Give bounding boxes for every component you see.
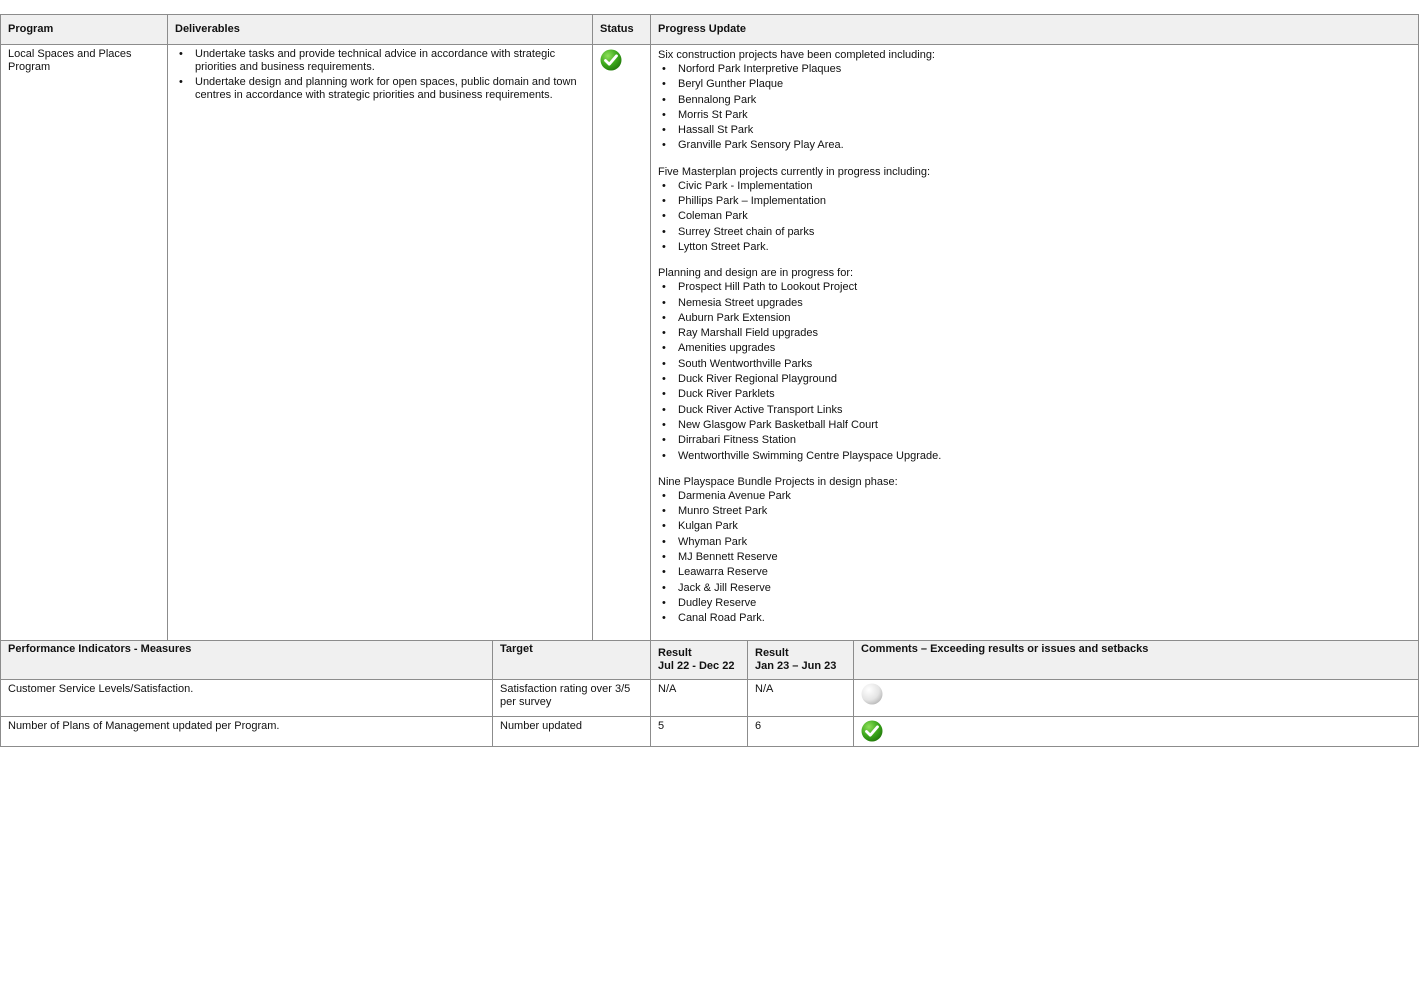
program-name: Local Spaces and Places Program xyxy=(8,48,132,73)
result-jan-jun-cell: 6 xyxy=(747,716,854,747)
result-jul-dec-cell: N/A xyxy=(650,679,748,717)
list-item: Norford Park Interpretive Plaques xyxy=(658,62,1411,78)
result-header-label: Result xyxy=(755,647,789,659)
performance-indicators-table: Performance Indicators - Measures Target… xyxy=(0,640,1419,747)
masterplan-projects-list: Civic Park - Implementation Phillips Par… xyxy=(658,179,1411,256)
green-check-icon xyxy=(600,49,622,71)
program-table: Program Deliverables Status Progress Upd… xyxy=(0,14,1419,646)
result-jul-dec-cell: 5 xyxy=(650,716,748,747)
target-column-header: Target xyxy=(492,640,651,680)
list-item: Kulgan Park xyxy=(658,519,1411,535)
planning-projects-list: Prospect Hill Path to Lookout Project Ne… xyxy=(658,280,1411,464)
target-cell: Number updated xyxy=(492,716,651,747)
list-item: Civic Park - Implementation xyxy=(658,179,1411,195)
comments-column-header: Comments – Exceeding results or issues a… xyxy=(853,640,1419,680)
list-item: Undertake design and planning work for o… xyxy=(175,76,585,102)
progress-section-intro: Nine Playspace Bundle Projects in design… xyxy=(658,475,898,488)
progress-update-column-header: Progress Update xyxy=(650,14,1419,45)
progress-section-playspace: Nine Playspace Bundle Projects in design… xyxy=(658,475,1411,627)
list-item: Canal Road Park. xyxy=(658,611,1411,627)
list-item: Morris St Park xyxy=(658,108,1411,124)
list-item: Auburn Park Extension xyxy=(658,311,1411,327)
performance-table-header-row: Performance Indicators - Measures Target… xyxy=(0,640,1419,680)
list-item: Undertake tasks and provide technical ad… xyxy=(175,48,585,74)
list-item: Leawarra Reserve xyxy=(658,565,1411,581)
program-table-header-row: Program Deliverables Status Progress Upd… xyxy=(0,14,1419,45)
table-row: Number of Plans of Management updated pe… xyxy=(0,716,1419,747)
progress-section-planning: Planning and design are in progress for:… xyxy=(658,266,1411,464)
list-item: Whyman Park xyxy=(658,535,1411,551)
result-jan-jun-column-header: Result Jan 23 – Jun 23 xyxy=(747,640,854,680)
list-item: Beryl Gunther Plaque xyxy=(658,77,1411,93)
list-item: Jack & Jill Reserve xyxy=(658,581,1411,597)
list-item: South Wentworthville Parks xyxy=(658,357,1411,373)
list-item: Amenities upgrades xyxy=(658,341,1411,357)
table-row: Local Spaces and Places Program Undertak… xyxy=(0,44,1419,646)
list-item: Surrey Street chain of parks xyxy=(658,225,1411,241)
list-item: Granville Park Sensory Play Area. xyxy=(658,138,1411,154)
list-item: Bennalong Park xyxy=(658,93,1411,109)
list-item: Munro Street Park xyxy=(658,504,1411,520)
list-item: Duck River Parklets xyxy=(658,387,1411,403)
list-item: Coleman Park xyxy=(658,209,1411,225)
result-jan-jun-cell: N/A xyxy=(747,679,854,717)
list-item: Dirrabari Fitness Station xyxy=(658,433,1411,449)
grey-circle-icon xyxy=(861,683,883,705)
status-column-header: Status xyxy=(592,14,651,45)
comments-cell xyxy=(853,679,1419,717)
progress-section-completed: Six construction projects have been comp… xyxy=(658,48,1411,154)
list-item: Duck River Regional Playground xyxy=(658,372,1411,388)
list-item: Nemesia Street upgrades xyxy=(658,296,1411,312)
status-cell xyxy=(592,44,651,646)
comments-cell xyxy=(853,716,1419,747)
list-item: Duck River Active Transport Links xyxy=(658,403,1411,419)
progress-update-cell: Six construction projects have been comp… xyxy=(650,44,1419,646)
progress-section-intro: Five Masterplan projects currently in pr… xyxy=(658,165,931,178)
measures-column-header: Performance Indicators - Measures xyxy=(0,640,493,680)
deliverables-list: Undertake tasks and provide technical ad… xyxy=(175,48,585,102)
progress-section-intro: Planning and design are in progress for: xyxy=(658,267,854,280)
deliverables-column-header: Deliverables xyxy=(167,14,593,45)
table-row: Customer Service Levels/Satisfaction. Sa… xyxy=(0,679,1419,717)
list-item: Ray Marshall Field upgrades xyxy=(658,326,1411,342)
list-item: MJ Bennett Reserve xyxy=(658,550,1411,566)
list-item: Phillips Park – Implementation xyxy=(658,194,1411,210)
list-item: Wentworthville Swimming Centre Playspace… xyxy=(658,449,1411,465)
result-header-period: Jul 22 - Dec 22 xyxy=(658,660,735,672)
result-header-label: Result xyxy=(658,647,692,659)
list-item: Lytton Street Park. xyxy=(658,240,1411,256)
list-item: Darmenia Avenue Park xyxy=(658,489,1411,505)
progress-section-masterplan: Five Masterplan projects currently in pr… xyxy=(658,165,1411,256)
progress-section-intro: Six construction projects have been comp… xyxy=(658,49,935,61)
completed-projects-list: Norford Park Interpretive Plaques Beryl … xyxy=(658,62,1411,154)
measure-cell: Customer Service Levels/Satisfaction. xyxy=(0,679,493,717)
measure-cell: Number of Plans of Management updated pe… xyxy=(0,716,493,747)
result-jul-dec-column-header: Result Jul 22 - Dec 22 xyxy=(650,640,748,680)
result-header-period: Jan 23 – Jun 23 xyxy=(755,660,837,672)
deliverables-cell: Undertake tasks and provide technical ad… xyxy=(167,44,593,646)
playspace-projects-list: Darmenia Avenue Park Munro Street Park K… xyxy=(658,489,1411,627)
target-cell: Satisfaction rating over 3/5 per survey xyxy=(492,679,651,717)
list-item: New Glasgow Park Basketball Half Court xyxy=(658,418,1411,434)
list-item: Dudley Reserve xyxy=(658,596,1411,612)
program-column-header: Program xyxy=(0,14,168,45)
program-name-cell: Local Spaces and Places Program xyxy=(0,44,168,646)
green-check-icon xyxy=(861,720,883,742)
list-item: Prospect Hill Path to Lookout Project xyxy=(658,280,1411,296)
list-item: Hassall St Park xyxy=(658,123,1411,139)
